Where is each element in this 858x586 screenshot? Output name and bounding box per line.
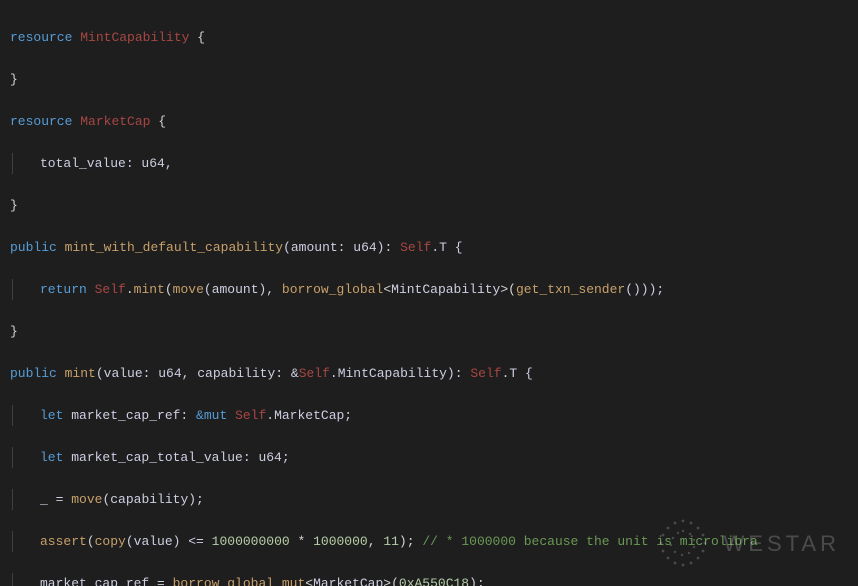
type-name: MarketCap	[80, 114, 150, 129]
code-line: resource MintCapability {	[10, 27, 848, 48]
lhs: market_cap_ref =	[40, 576, 173, 586]
code-line: }	[10, 195, 848, 216]
keyword: public	[10, 240, 57, 255]
fn-call: get_txn_sender	[516, 282, 625, 297]
dot: .	[126, 282, 134, 297]
number: 1000000	[313, 534, 368, 549]
keyword: let	[40, 450, 71, 465]
code-line: let market_cap_total_value: u64;	[10, 447, 848, 468]
arg: (amount),	[204, 282, 282, 297]
fn-call: move	[173, 282, 204, 297]
sig: .T {	[431, 240, 462, 255]
comma: ,	[368, 534, 384, 549]
brace: {	[150, 114, 166, 129]
code-line: }	[10, 321, 848, 342]
brace: }	[10, 324, 18, 339]
code-line: assert(copy(value) <= 1000000000 * 10000…	[10, 531, 848, 552]
field: total_value: u64,	[40, 156, 173, 171]
gt: >	[500, 282, 508, 297]
type-name: MintCapability	[80, 30, 189, 45]
tail: .MarketCap;	[266, 408, 352, 423]
brace: }	[10, 198, 18, 213]
fn-call: copy	[95, 534, 126, 549]
close: );	[399, 534, 415, 549]
code-line: public mint(value: u64, capability: &Sel…	[10, 363, 848, 384]
type-arg: MarketCap	[313, 576, 383, 586]
fn-call: borrow_global	[282, 282, 383, 297]
code-line: _ = move(capability);	[10, 489, 848, 510]
keyword: resource	[10, 30, 72, 45]
lt: <	[305, 576, 313, 586]
keyword: &mut	[196, 408, 235, 423]
comment: // * 1000000 because the unit is microli…	[415, 534, 758, 549]
code-line: public mint_with_default_capability(amou…	[10, 237, 848, 258]
brace: }	[10, 72, 18, 87]
gt: >(	[383, 576, 399, 586]
self: Self	[95, 282, 126, 297]
close: );	[469, 576, 485, 586]
keyword: return	[40, 282, 95, 297]
self: Self	[235, 408, 266, 423]
code-block: resource MintCapability { } resource Mar…	[0, 0, 858, 586]
keyword: let	[40, 408, 71, 423]
tail: ()));	[625, 282, 664, 297]
tail: (capability);	[102, 492, 203, 507]
number: 11	[383, 534, 399, 549]
code-line: resource MarketCap {	[10, 111, 848, 132]
sig: .T {	[502, 366, 533, 381]
lt: <	[383, 282, 391, 297]
sig: (value: u64, capability: &	[96, 366, 299, 381]
hex: 0xA550C18	[399, 576, 469, 586]
ident: market_cap_total_value: u64;	[71, 450, 289, 465]
keyword: public	[10, 366, 57, 381]
code-line: market_cap_ref = borrow_global_mut<Marke…	[10, 573, 848, 586]
ident: market_cap_ref:	[71, 408, 196, 423]
type-arg: MintCapability	[391, 282, 500, 297]
fn-call: mint	[134, 282, 165, 297]
sig: .MintCapability):	[330, 366, 470, 381]
fn-call: move	[71, 492, 102, 507]
paren: (	[165, 282, 173, 297]
lhs: _ =	[40, 492, 71, 507]
fn-name: mint	[65, 366, 96, 381]
self: Self	[299, 366, 330, 381]
code-line: return Self.mint(move(amount), borrow_gl…	[10, 279, 848, 300]
paren: (	[508, 282, 516, 297]
code-line: }	[10, 69, 848, 90]
fn-call: assert	[40, 534, 87, 549]
fn-call: borrow_global_mut	[173, 576, 306, 586]
code-line: let market_cap_ref: &mut Self.MarketCap;	[10, 405, 848, 426]
brace: {	[189, 30, 205, 45]
paren: (	[87, 534, 95, 549]
mid: (value) <=	[126, 534, 212, 549]
code-line: total_value: u64,	[10, 153, 848, 174]
number: 1000000000	[212, 534, 290, 549]
sig: (amount: u64):	[283, 240, 400, 255]
op: *	[290, 534, 313, 549]
fn-name: mint_with_default_capability	[65, 240, 283, 255]
self: Self	[470, 366, 501, 381]
self: Self	[400, 240, 431, 255]
keyword: resource	[10, 114, 72, 129]
